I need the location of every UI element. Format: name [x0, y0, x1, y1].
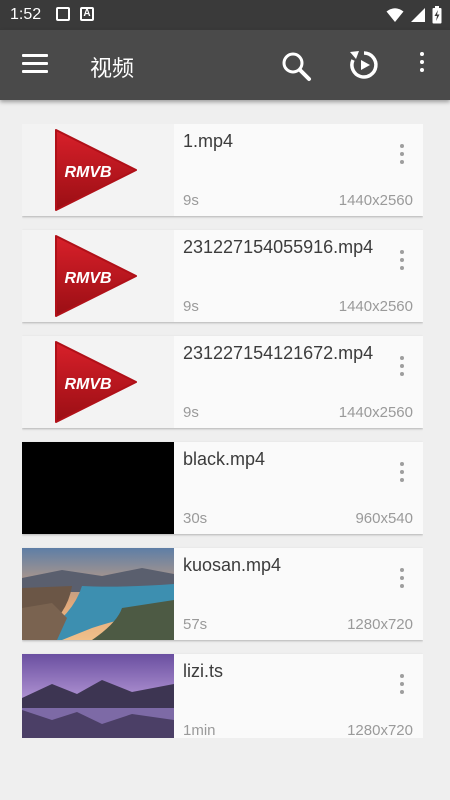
video-item[interactable]: RMVB 231227154121672.mp4 9s 1440x2560: [22, 336, 423, 428]
landscape-fjord-thumbnail: [22, 548, 174, 640]
page-title: 视频: [90, 56, 135, 81]
app-toolbar: 视频: [0, 30, 450, 100]
svg-text:RMVB: RMVB: [64, 164, 111, 181]
menu-icon[interactable]: [22, 54, 48, 76]
a-icon: A: [80, 7, 94, 21]
video-resolution: 1440x2560: [338, 298, 413, 315]
video-resolution: 1280x720: [347, 722, 413, 738]
landscape-purple-thumbnail: [22, 654, 174, 738]
rmvb-logo-icon: RMVB: [55, 341, 137, 423]
video-duration: 57s: [183, 616, 208, 633]
search-icon[interactable]: [280, 50, 312, 82]
video-list: RMVB 1.mp4 9s 1440x2560 RMVB 23122715405…: [22, 124, 423, 738]
refresh-icon[interactable]: [347, 48, 381, 82]
status-bar: 1:52 A: [0, 0, 450, 30]
more-vert-icon[interactable]: [412, 52, 432, 78]
video-duration: 9s: [183, 404, 199, 421]
battery-charging-icon: [432, 6, 442, 24]
video-resolution: 1440x2560: [338, 192, 413, 209]
video-duration: 1min: [183, 722, 216, 738]
status-time: 1:52: [10, 6, 42, 23]
svg-text:RMVB: RMVB: [64, 376, 111, 393]
video-thumbnail: RMVB: [22, 336, 174, 428]
video-thumbnail: [22, 654, 174, 738]
video-resolution: 1280x720: [347, 616, 413, 633]
item-more-icon[interactable]: [394, 356, 410, 380]
video-item[interactable]: RMVB 1.mp4 9s 1440x2560: [22, 124, 423, 216]
video-name: black.mp4: [183, 449, 266, 469]
video-item[interactable]: kuosan.mp4 57s 1280x720: [22, 548, 423, 640]
video-duration: 9s: [183, 298, 199, 315]
video-thumbnail: RMVB: [22, 230, 174, 322]
item-more-icon[interactable]: [394, 462, 410, 486]
video-name: 1.mp4: [183, 131, 234, 151]
video-item[interactable]: lizi.ts 1min 1280x720: [22, 654, 423, 738]
video-resolution: 1440x2560: [338, 404, 413, 421]
video-resolution: 960x540: [355, 510, 413, 527]
video-thumbnail: [22, 442, 174, 534]
video-thumbnail: [22, 548, 174, 640]
signal-icon: [411, 8, 425, 22]
video-thumbnail: RMVB: [22, 124, 174, 216]
video-duration: 9s: [183, 192, 199, 209]
video-item[interactable]: black.mp4 30s 960x540: [22, 442, 423, 534]
item-more-icon[interactable]: [394, 568, 410, 592]
svg-text:RMVB: RMVB: [64, 270, 111, 287]
rmvb-logo-icon: RMVB: [55, 235, 137, 317]
video-item[interactable]: RMVB 231227154055916.mp4 9s 1440x2560: [22, 230, 423, 322]
image-icon: [56, 7, 70, 21]
wifi-icon: [386, 8, 404, 22]
item-more-icon[interactable]: [394, 674, 410, 698]
video-duration: 30s: [183, 510, 208, 527]
item-more-icon[interactable]: [394, 144, 410, 168]
video-name: lizi.ts: [183, 661, 223, 681]
video-name: 231227154055916.mp4: [183, 237, 374, 257]
rmvb-logo-icon: RMVB: [55, 129, 137, 211]
video-name: kuosan.mp4: [183, 555, 282, 575]
video-name: 231227154121672.mp4: [183, 343, 374, 363]
item-more-icon[interactable]: [394, 250, 410, 274]
